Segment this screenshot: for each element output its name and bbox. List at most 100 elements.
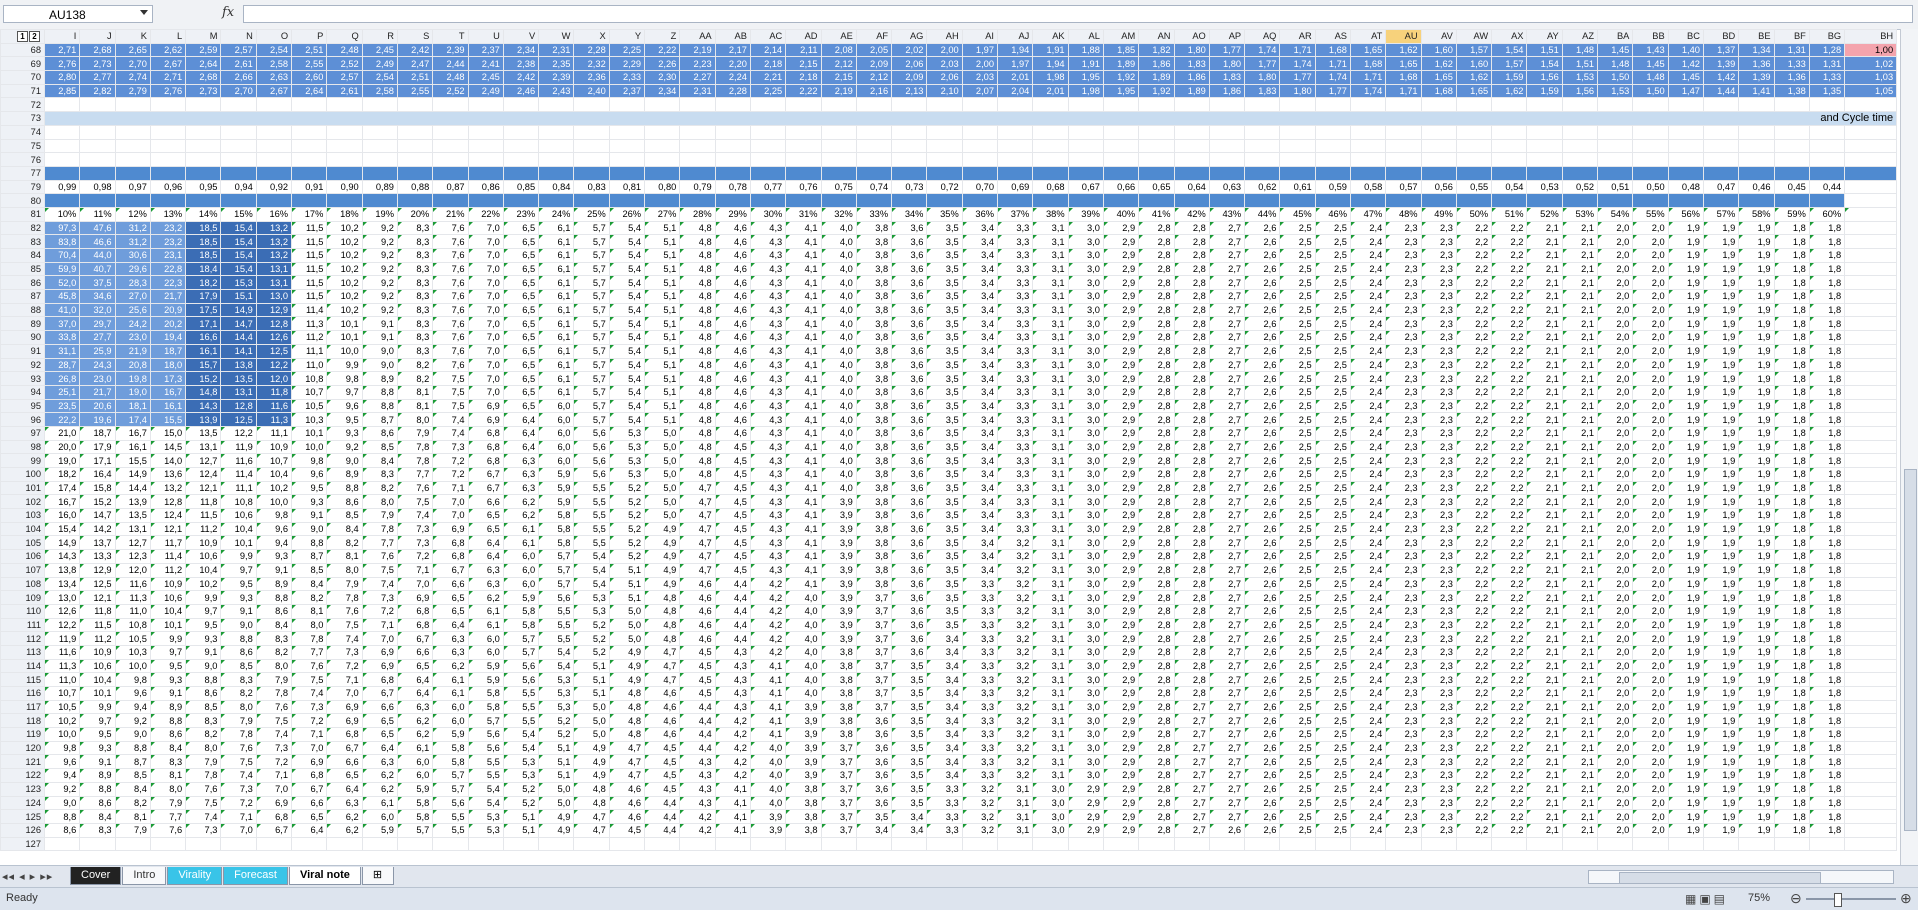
cell[interactable]	[1245, 98, 1280, 112]
table-cell[interactable]: 2,0	[1598, 290, 1633, 304]
table-cell[interactable]: 2,0	[1598, 385, 1633, 399]
column-header[interactable]: BH	[1845, 30, 1897, 44]
table-cell[interactable]: 3,4	[962, 331, 997, 345]
cell[interactable]	[750, 139, 785, 153]
table-cell[interactable]: 2,4	[1350, 290, 1385, 304]
table-cell[interactable]: 1,41	[1739, 84, 1774, 98]
factor-cell[interactable]: 0,89	[362, 180, 397, 194]
table-cell[interactable]: 14,3	[186, 399, 221, 413]
table-cell[interactable]: 7,0	[468, 331, 503, 345]
table-cell[interactable]: 1,53	[1562, 71, 1597, 85]
table-cell[interactable]: 2,6	[1245, 385, 1280, 399]
cell[interactable]	[433, 166, 468, 180]
table-cell[interactable]: 2,8	[1139, 221, 1174, 235]
table-cell[interactable]: 2,5	[1280, 317, 1315, 331]
percent-cell[interactable]: 42%	[1174, 207, 1209, 221]
cell[interactable]	[362, 153, 397, 167]
table-cell[interactable]: 2,3	[1421, 358, 1456, 372]
table-cell[interactable]: 2,5	[1315, 372, 1350, 386]
table-cell[interactable]: 1,37	[1703, 43, 1738, 57]
cell[interactable]	[856, 125, 891, 139]
cell[interactable]	[1845, 166, 1897, 180]
table-cell[interactable]: 2,6	[1245, 276, 1280, 290]
table-cell[interactable]: 7,0	[468, 235, 503, 249]
table-cell[interactable]: 2,1	[1527, 358, 1562, 372]
table-cell[interactable]: 5,1	[645, 399, 680, 413]
table-cell[interactable]: 2,45	[468, 71, 503, 85]
table-cell[interactable]: 19,8	[115, 372, 150, 386]
table-cell[interactable]: 2,7	[1209, 317, 1244, 331]
row-header[interactable]: 85	[1, 262, 45, 276]
table-cell[interactable]: 2,13	[892, 84, 927, 98]
row-header[interactable]: 71	[1, 84, 45, 98]
cell[interactable]	[750, 194, 785, 208]
cell[interactable]	[998, 153, 1033, 167]
table-cell[interactable]: 2,2	[1456, 235, 1491, 249]
table-cell[interactable]: 19,0	[115, 385, 150, 399]
table-cell[interactable]: 2,0	[1633, 262, 1668, 276]
table-cell[interactable]: 3,3	[998, 290, 1033, 304]
table-cell[interactable]: 8,3	[397, 235, 432, 249]
table-cell[interactable]: 2,1	[1527, 372, 1562, 386]
table-cell[interactable]: 4,1	[786, 235, 821, 249]
cell[interactable]	[1598, 166, 1633, 180]
cell[interactable]	[1245, 139, 1280, 153]
table-cell[interactable]: 3,3	[998, 344, 1033, 358]
table-cell[interactable]: 9,2	[362, 235, 397, 249]
table-cell[interactable]: 2,0	[1598, 276, 1633, 290]
cell[interactable]	[1315, 125, 1350, 139]
table-cell[interactable]: 1,8	[1774, 358, 1809, 372]
table-cell[interactable]: 1,92	[1139, 84, 1174, 98]
table-cell[interactable]: 1,80	[1245, 71, 1280, 85]
table-cell[interactable]: 1,9	[1703, 290, 1738, 304]
table-cell[interactable]: 1,39	[1703, 57, 1738, 71]
table-cell[interactable]: 2,5	[1315, 358, 1350, 372]
table-cell[interactable]: 2,38	[503, 57, 538, 71]
table-cell[interactable]: 3,5	[927, 317, 962, 331]
table-cell[interactable]: 8,3	[397, 331, 432, 345]
table-cell[interactable]: 2,0	[1633, 317, 1668, 331]
cell[interactable]	[1809, 194, 1844, 208]
table-cell[interactable]: 2,9	[1103, 372, 1138, 386]
cell[interactable]	[1774, 153, 1809, 167]
percent-cell[interactable]: 56%	[1668, 207, 1703, 221]
cell[interactable]	[1174, 166, 1209, 180]
table-cell[interactable]: 2,0	[1633, 358, 1668, 372]
cell[interactable]	[1386, 194, 1421, 208]
column-header[interactable]: M	[186, 30, 221, 44]
factor-cell[interactable]: 0,76	[786, 180, 821, 194]
table-cell[interactable]: 2,9	[1103, 276, 1138, 290]
cell[interactable]	[1068, 166, 1103, 180]
table-cell[interactable]: 2,3	[1421, 372, 1456, 386]
table-cell[interactable]: 2,37	[468, 43, 503, 57]
cell[interactable]	[468, 166, 503, 180]
table-cell[interactable]: 7,0	[468, 262, 503, 276]
table-cell[interactable]: 2,20	[715, 57, 750, 71]
table-cell[interactable]: 2,0	[1633, 221, 1668, 235]
table-cell[interactable]: 21,9	[115, 344, 150, 358]
cell[interactable]	[1668, 153, 1703, 167]
cell[interactable]	[1774, 139, 1809, 153]
table-cell[interactable]: 2,18	[786, 71, 821, 85]
table-cell[interactable]: 6,1	[539, 344, 574, 358]
table-cell[interactable]: 6,5	[503, 385, 538, 399]
table-cell[interactable]: 3,1	[1033, 399, 1068, 413]
cell[interactable]	[221, 166, 256, 180]
table-cell[interactable]: 23,1	[150, 249, 185, 263]
cell[interactable]	[327, 139, 362, 153]
column-header[interactable]: BE	[1739, 30, 1774, 44]
row-header[interactable]: 95	[1, 399, 45, 413]
table-cell[interactable]: 2,8	[1139, 262, 1174, 276]
table-cell[interactable]: 1,89	[1174, 84, 1209, 98]
cell[interactable]	[609, 98, 644, 112]
table-cell[interactable]: 2,2	[1492, 303, 1527, 317]
table-cell[interactable]: 2,15	[786, 57, 821, 71]
cell[interactable]	[574, 125, 609, 139]
cell[interactable]	[1845, 372, 1897, 386]
table-cell[interactable]: 2,3	[1421, 290, 1456, 304]
table-cell[interactable]: 12,8	[221, 399, 256, 413]
table-cell[interactable]: 15,4	[221, 262, 256, 276]
cell[interactable]	[1562, 194, 1597, 208]
factor-cell[interactable]: 0,87	[433, 180, 468, 194]
table-cell[interactable]: 3,8	[856, 303, 891, 317]
